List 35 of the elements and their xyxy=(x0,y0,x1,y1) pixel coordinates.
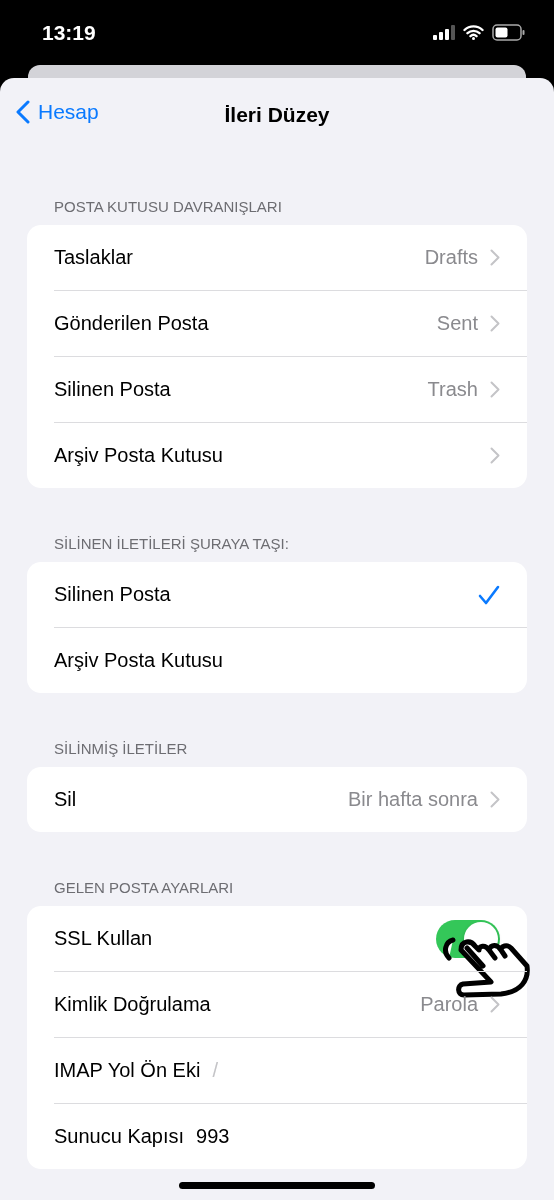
row-value: Parola xyxy=(420,993,478,1016)
section-header: POSTA KUTUSU DAVRANIŞLARI xyxy=(54,197,283,217)
row-label: SSL Kullan xyxy=(54,927,153,950)
section-header: SİLİNMİŞ İLETİLER xyxy=(54,739,189,759)
back-chevron-icon xyxy=(16,100,30,124)
row-label: Sil xyxy=(54,788,77,811)
chevron-icon xyxy=(490,447,500,464)
chevron-icon xyxy=(490,249,500,266)
row-label: IMAP Yol Ön Eki xyxy=(54,1059,201,1082)
chevron-icon xyxy=(490,791,500,808)
row-label: Kimlik Doğrulama xyxy=(54,993,211,1016)
row-value: Trash xyxy=(427,378,478,401)
chevron-icon xyxy=(490,315,500,332)
section-header: GELEN POSTA AYARLARI xyxy=(54,878,235,898)
chevron-icon xyxy=(490,381,500,398)
row-label: Sunucu Kapısı xyxy=(54,1125,185,1148)
section-header: SİLİNEN İLETİLERİ ŞURAYA TAŞI: xyxy=(54,534,290,554)
back-button[interactable]: Hesap xyxy=(16,100,99,124)
page-title: İleri Düzey xyxy=(224,102,330,127)
battery-icon xyxy=(492,24,526,41)
row-label[interactable]: Arşiv Posta Kutusu xyxy=(54,649,223,672)
row-value: Sent xyxy=(436,312,478,335)
row-label[interactable]: Silinen Posta xyxy=(54,583,171,606)
status-time: 13:19 xyxy=(42,20,96,45)
row-label: Taslaklar xyxy=(54,246,133,269)
row-value: Drafts xyxy=(424,246,478,269)
signal-icon xyxy=(433,25,455,40)
wifi-icon xyxy=(463,25,484,40)
chevron-icon xyxy=(490,996,500,1013)
row-label: Arşiv Posta Kutusu xyxy=(54,444,223,467)
row-value: Bir hafta sonra xyxy=(347,788,478,811)
input-field[interactable]: 993 xyxy=(194,1124,319,1149)
row-label: Silinen Posta xyxy=(54,378,171,401)
row-label: Gönderilen Posta xyxy=(54,312,209,335)
input-field[interactable]: / xyxy=(210,1058,335,1083)
